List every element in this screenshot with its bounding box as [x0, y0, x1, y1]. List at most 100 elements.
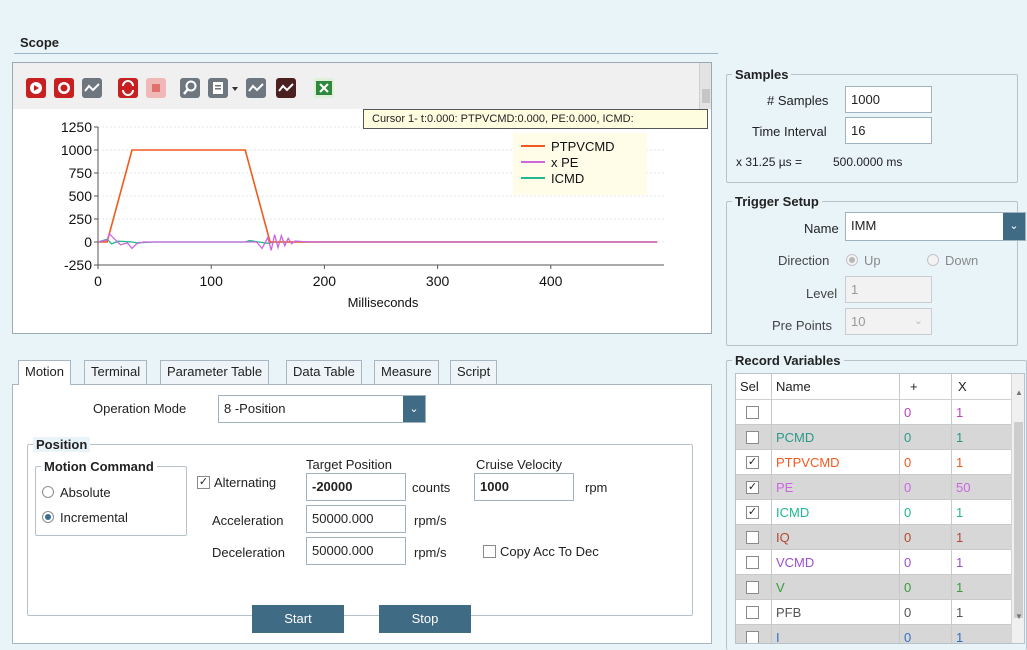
- row-checkbox[interactable]: [746, 631, 759, 643]
- tab-terminal[interactable]: Terminal: [84, 360, 148, 384]
- period-label: x 31.25 µs =: [736, 155, 802, 169]
- row-checkbox[interactable]: [746, 581, 759, 594]
- variable-name[interactable]: PCMD: [772, 425, 900, 450]
- row-checkbox[interactable]: [746, 531, 759, 544]
- x-tick-label: 400: [539, 273, 563, 289]
- variable-name[interactable]: I: [772, 625, 900, 643]
- sel-cell: [736, 600, 772, 625]
- table-row[interactable]: PCMD 0 1: [736, 425, 1011, 450]
- variable-name[interactable]: PFB: [772, 600, 900, 625]
- variable-scale[interactable]: 1: [952, 600, 1011, 625]
- scope-chart[interactable]: 125010007505002500-2500 100 200 300 400Milli…: [40, 115, 700, 320]
- legend-label: ICMD: [551, 171, 584, 186]
- row-checkbox[interactable]: [746, 556, 759, 569]
- variable-offset[interactable]: 0: [900, 575, 952, 600]
- document-dropdown-icon[interactable]: [207, 77, 241, 99]
- chevron-down-icon: ⌄: [913, 315, 923, 327]
- tab-measure[interactable]: Measure: [374, 360, 439, 384]
- sel-cell: ✓: [736, 475, 772, 500]
- variable-scale[interactable]: 1: [952, 400, 1011, 425]
- variable-offset[interactable]: 0: [900, 550, 952, 575]
- table-row[interactable]: I01: [736, 625, 1011, 643]
- variable-scale[interactable]: 1: [952, 550, 1011, 575]
- row-checkbox[interactable]: [746, 606, 759, 619]
- direction-down-radio[interactable]: [927, 254, 939, 266]
- variable-scale[interactable]: 50: [952, 475, 1011, 500]
- direction-up-radio[interactable]: [846, 254, 858, 266]
- trigger-name-select[interactable]: IMM ⌄: [845, 212, 1026, 241]
- tab-script[interactable]: Script: [450, 360, 498, 384]
- x-axis-label: Milliseconds: [348, 295, 419, 310]
- waveform-icon[interactable]: [245, 77, 267, 99]
- variable-scale[interactable]: 1: [952, 625, 1011, 643]
- variable-name[interactable]: [772, 400, 900, 425]
- variable-offset[interactable]: 0: [900, 500, 952, 525]
- variable-offset[interactable]: 0: [900, 450, 952, 475]
- row-checkbox[interactable]: [746, 406, 759, 419]
- variable-scale[interactable]: 1: [952, 500, 1011, 525]
- stop-icon[interactable]: [145, 77, 167, 99]
- tab-motion[interactable]: Motion: [18, 360, 72, 385]
- table-row[interactable]: VCMD 0 1: [736, 550, 1011, 575]
- record-stop-icon[interactable]: [53, 77, 75, 99]
- row-checkbox[interactable]: ✓: [746, 456, 759, 469]
- excel-export-icon[interactable]: [313, 77, 335, 99]
- scroll-up-icon[interactable]: ▲: [1012, 386, 1024, 400]
- variable-name[interactable]: ICMD: [772, 500, 900, 525]
- copy-acc-checkbox[interactable]: [483, 545, 496, 558]
- variable-name[interactable]: PE: [772, 475, 900, 500]
- start-button[interactable]: Start: [252, 605, 344, 633]
- variable-offset[interactable]: 0: [900, 400, 952, 425]
- zoom-icon[interactable]: [179, 77, 201, 99]
- alternating-checkbox[interactable]: ✓: [197, 476, 210, 489]
- variable-scale[interactable]: 1: [952, 525, 1011, 550]
- variable-name[interactable]: VCMD: [772, 550, 900, 575]
- chevron-down-icon: ⌄: [1003, 213, 1025, 240]
- pre-points-select[interactable]: 10 ⌄: [845, 308, 932, 335]
- table-row[interactable]: ✓ PE 0 50: [736, 475, 1011, 500]
- variable-scale[interactable]: 1: [952, 425, 1011, 450]
- waveform-icon[interactable]: [81, 77, 103, 99]
- table-scrollbar[interactable]: ▲ ▼: [1011, 374, 1024, 643]
- num-samples-input[interactable]: 1000: [845, 86, 932, 113]
- level-input[interactable]: 1: [845, 276, 932, 303]
- deceleration-input[interactable]: 50000.000: [306, 537, 406, 565]
- time-interval-input[interactable]: 16: [845, 117, 932, 144]
- incremental-radio[interactable]: [42, 511, 54, 523]
- variable-scale[interactable]: 1: [952, 575, 1011, 600]
- variable-name[interactable]: PTPVCMD: [772, 450, 900, 475]
- acceleration-input[interactable]: 50000.000: [306, 505, 406, 533]
- variable-offset[interactable]: 0: [900, 600, 952, 625]
- variable-offset[interactable]: 0: [900, 525, 952, 550]
- variable-offset[interactable]: 0: [900, 425, 952, 450]
- table-row[interactable]: ✓ ICMD 0 1: [736, 500, 1011, 525]
- variable-name[interactable]: IQ: [772, 525, 900, 550]
- table-row[interactable]: PFB 0 1: [736, 600, 1011, 625]
- waveform-dark-icon[interactable]: [275, 77, 297, 99]
- tab-data-table[interactable]: Data Table: [286, 360, 362, 384]
- variable-offset[interactable]: 0: [900, 475, 952, 500]
- variable-name[interactable]: V: [772, 575, 900, 600]
- row-checkbox[interactable]: ✓: [746, 506, 759, 519]
- record-start-icon[interactable]: [25, 77, 47, 99]
- table-row[interactable]: ✓ PTPVCMD 0 1: [736, 450, 1011, 475]
- scroll-thumb[interactable]: [1014, 422, 1023, 618]
- stop-button[interactable]: Stop: [379, 605, 471, 633]
- table-row[interactable]: 01: [736, 400, 1011, 425]
- toolbar-scrollbar[interactable]: [699, 63, 711, 109]
- variable-offset[interactable]: 0: [900, 625, 952, 643]
- operation-mode-select[interactable]: 8 -Position ⌄: [218, 395, 426, 423]
- period-value: 500.0000 ms: [833, 155, 903, 169]
- scroll-down-icon[interactable]: ▼: [1012, 610, 1024, 624]
- cruise-velocity-input[interactable]: 1000: [474, 473, 574, 501]
- table-row[interactable]: IQ 0 1: [736, 525, 1011, 550]
- absolute-radio[interactable]: [42, 486, 54, 498]
- num-samples-label: # Samples: [767, 93, 829, 108]
- refresh-icon[interactable]: [117, 77, 139, 99]
- row-checkbox[interactable]: ✓: [746, 481, 759, 494]
- table-row[interactable]: V01: [736, 575, 1011, 600]
- row-checkbox[interactable]: [746, 431, 759, 444]
- tab-parameter-table[interactable]: Parameter Table: [160, 360, 270, 384]
- variable-scale[interactable]: 1: [952, 450, 1011, 475]
- target-position-input[interactable]: -20000: [306, 473, 406, 501]
